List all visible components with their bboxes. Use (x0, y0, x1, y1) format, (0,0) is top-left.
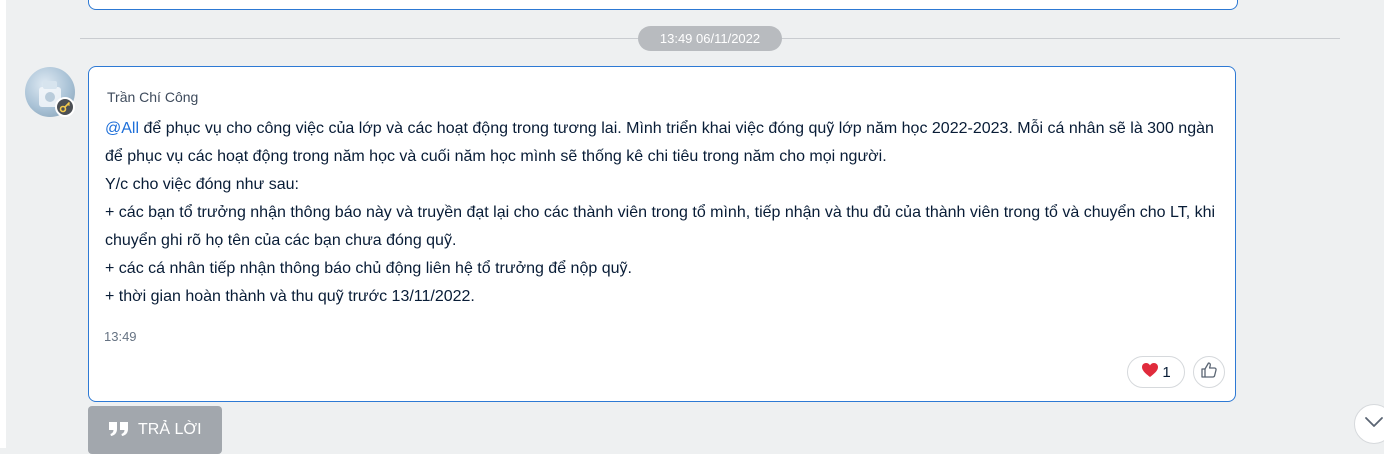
mention-all[interactable]: @All (105, 120, 139, 137)
heart-icon (1141, 362, 1159, 382)
key-icon (55, 97, 75, 117)
left-panel-edge (0, 0, 6, 448)
message-text: @All để phục vụ cho công việc của lớp và… (105, 115, 1225, 311)
scroll-to-bottom-button[interactable] (1354, 404, 1384, 444)
date-divider: 13:49 06/11/2022 (638, 26, 782, 51)
chevron-down-icon (1364, 415, 1384, 433)
sender-name[interactable]: Trần Chí Công (107, 89, 198, 105)
message-bubble[interactable]: Trần Chí Công @All để phục vụ cho công v… (88, 66, 1236, 402)
reply-button[interactable]: TRẢ LỜI (88, 406, 222, 454)
previous-message-bubble[interactable] (88, 0, 1238, 10)
thumbs-up-icon (1200, 361, 1218, 384)
like-button[interactable] (1193, 356, 1225, 388)
message-body: để phục vụ cho công việc của lớp và các … (105, 120, 1216, 305)
reaction-badge[interactable]: 1 (1127, 356, 1185, 388)
quote-icon (108, 421, 130, 442)
message-time: 13:49 (104, 329, 137, 344)
reply-label: TRẢ LỜI (138, 421, 202, 438)
reaction-count: 1 (1162, 363, 1171, 381)
